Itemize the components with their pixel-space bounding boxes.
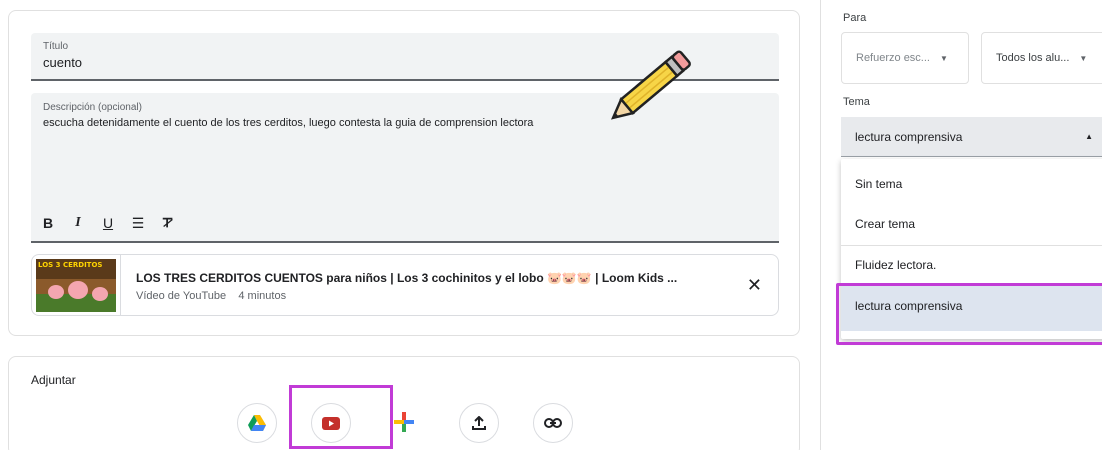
drive-icon xyxy=(248,415,266,431)
link-icon xyxy=(544,418,562,428)
option-crear-tema[interactable]: Crear tema xyxy=(855,217,915,231)
youtube-highlight-box xyxy=(289,385,393,449)
title-label: Título xyxy=(43,41,69,52)
option-highlight-box xyxy=(836,283,1102,345)
clear-format-icon xyxy=(162,217,173,228)
upload-icon xyxy=(472,416,486,430)
option-fluidez-lectora[interactable]: Fluidez lectora. xyxy=(855,258,936,272)
assignment-form-card: Título cuento Descripción (opcional) esc… xyxy=(8,10,800,336)
google-drive-button[interactable] xyxy=(237,403,277,443)
video-thumbnail: LOS 3 CERDITOS xyxy=(36,259,116,312)
format-toolbar: B I U ☰ xyxy=(41,215,175,231)
class-select-value: Refuerzo esc... xyxy=(856,52,930,64)
close-icon[interactable]: ✕ xyxy=(747,275,762,296)
description-input[interactable]: escucha detenidamente el cuento de los t… xyxy=(43,117,533,129)
video-duration: 4 minutos xyxy=(238,290,287,302)
settings-panel: Para Refuerzo esc... ▼ Todos los alu... … xyxy=(820,0,1102,450)
tema-label: Tema xyxy=(843,96,870,108)
students-select[interactable]: Todos los alu... ▼ xyxy=(981,32,1102,84)
chevron-up-icon: ▲ xyxy=(1085,132,1093,141)
chevron-down-icon: ▼ xyxy=(1079,53,1088,63)
bold-button[interactable]: B xyxy=(41,215,55,231)
attach-card: Adjuntar xyxy=(8,356,800,450)
students-select-value: Todos los alu... xyxy=(996,52,1070,64)
tema-select-value: lectura comprensiva xyxy=(855,129,963,144)
upload-button[interactable] xyxy=(459,403,499,443)
menu-divider xyxy=(841,245,1102,246)
create-icon[interactable] xyxy=(393,411,415,433)
assignment-editor: Título cuento Descripción (opcional) esc… xyxy=(0,0,1102,450)
bulleted-list-button[interactable]: ☰ xyxy=(131,215,145,231)
option-sin-tema[interactable]: Sin tema xyxy=(855,177,902,191)
video-meta: Vídeo de YouTube 4 minutos xyxy=(136,290,286,302)
title-input[interactable]: cuento xyxy=(43,55,82,70)
thumbnail-text: LOS 3 CERDITOS xyxy=(38,261,103,269)
class-select[interactable]: Refuerzo esc... ▼ xyxy=(841,32,969,84)
clear-format-button[interactable] xyxy=(161,215,175,231)
chevron-down-icon: ▼ xyxy=(939,53,948,63)
video-source: Vídeo de YouTube xyxy=(136,290,227,302)
attach-label: Adjuntar xyxy=(31,373,76,387)
youtube-attachment-card[interactable]: LOS 3 CERDITOS LOS TRES CERDITOS CUENTOS… xyxy=(31,254,779,316)
pencil-icon xyxy=(610,50,691,120)
tema-select[interactable]: lectura comprensiva ▲ xyxy=(841,117,1102,157)
link-button[interactable] xyxy=(533,403,573,443)
underline-button[interactable]: U xyxy=(101,215,115,231)
video-title[interactable]: LOS TRES CERDITOS CUENTOS para niños | L… xyxy=(136,271,736,285)
italic-button[interactable]: I xyxy=(71,215,85,231)
para-label: Para xyxy=(843,12,867,24)
description-label: Descripción (opcional) xyxy=(43,102,142,113)
